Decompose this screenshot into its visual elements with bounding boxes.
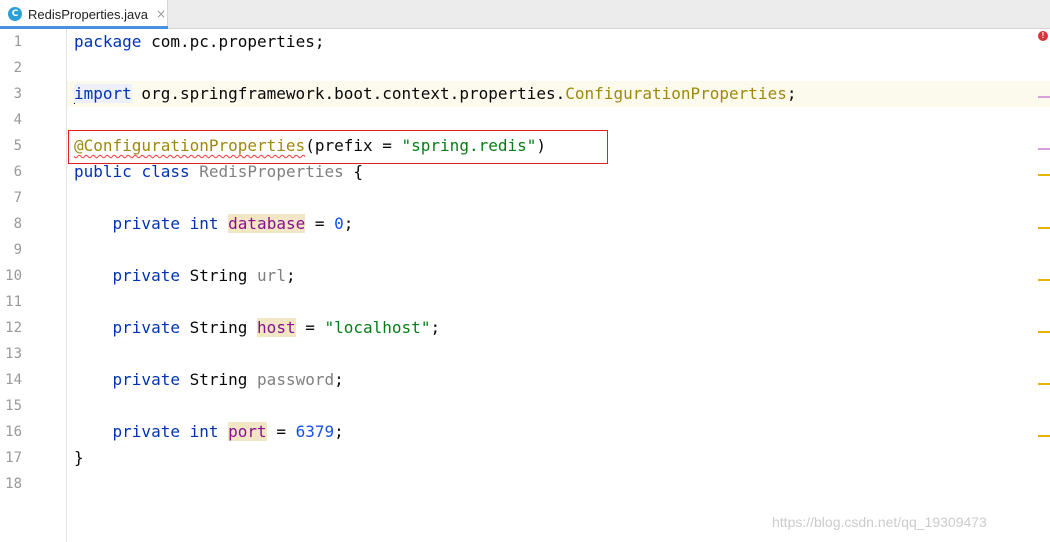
- scroll-marker-warning[interactable]: [1038, 331, 1050, 333]
- tab-file-name: RedisProperties.java: [28, 6, 148, 22]
- line-number: 1: [13, 34, 22, 50]
- line-number: 16: [5, 424, 22, 440]
- code-line-3: import org.springframework.boot.context.…: [74, 84, 797, 104]
- scroll-marker-warning[interactable]: [1038, 174, 1050, 176]
- code-line-16: private int port = 6379;: [112, 422, 344, 441]
- line-number: 14: [5, 372, 22, 388]
- line-number: 5: [13, 138, 22, 154]
- java-class-icon: C: [8, 7, 22, 21]
- code-line-1: package com.pc.properties;: [74, 32, 325, 51]
- line-number: 7: [13, 190, 22, 206]
- line-number: 18: [5, 476, 22, 492]
- line-number: 3: [13, 86, 22, 102]
- scroll-marker-info[interactable]: [1038, 96, 1050, 98]
- scroll-marker-warning[interactable]: [1038, 435, 1050, 437]
- line-number: 11: [5, 294, 22, 310]
- scroll-marker-warning[interactable]: [1038, 279, 1050, 281]
- line-number: 6: [13, 164, 22, 180]
- tab-redis-properties[interactable]: C RedisProperties.java ×: [0, 0, 168, 29]
- line-number: 12: [5, 320, 22, 336]
- code-line-14: private String password;: [112, 370, 344, 389]
- line-number: 2: [13, 60, 22, 76]
- code-editor[interactable]: package com.pc.properties; import org.sp…: [67, 29, 1050, 542]
- line-number: 15: [5, 398, 22, 414]
- line-number: 8: [13, 216, 22, 232]
- scroll-marker-info[interactable]: [1038, 148, 1050, 150]
- close-icon[interactable]: ×: [156, 7, 166, 21]
- error-indicator-icon[interactable]: !: [1038, 31, 1048, 41]
- scroll-marker-warning[interactable]: [1038, 383, 1050, 385]
- scroll-marker-warning[interactable]: [1038, 227, 1050, 229]
- code-line-8: private int database = 0;: [112, 214, 354, 233]
- code-line-17: }: [74, 448, 84, 467]
- line-number: 4: [13, 112, 22, 128]
- code-line-10: private String url;: [112, 266, 296, 285]
- annotation-highlight-box: [68, 130, 608, 164]
- editor-tab-bar: C RedisProperties.java ×: [0, 0, 1050, 29]
- line-number: 13: [5, 346, 22, 362]
- line-number-gutter: 1 2 3 4 5 6 7 8 9 10 11 12 13 14 15 16 17 18: [0, 29, 67, 542]
- watermark-text: https://blog.csdn.net/qq_19309473: [772, 514, 987, 530]
- code-line-12: private String host = "localhost";: [112, 318, 441, 337]
- line-number: 17: [5, 450, 22, 466]
- line-number: 10: [5, 268, 22, 284]
- line-number: 9: [13, 242, 22, 258]
